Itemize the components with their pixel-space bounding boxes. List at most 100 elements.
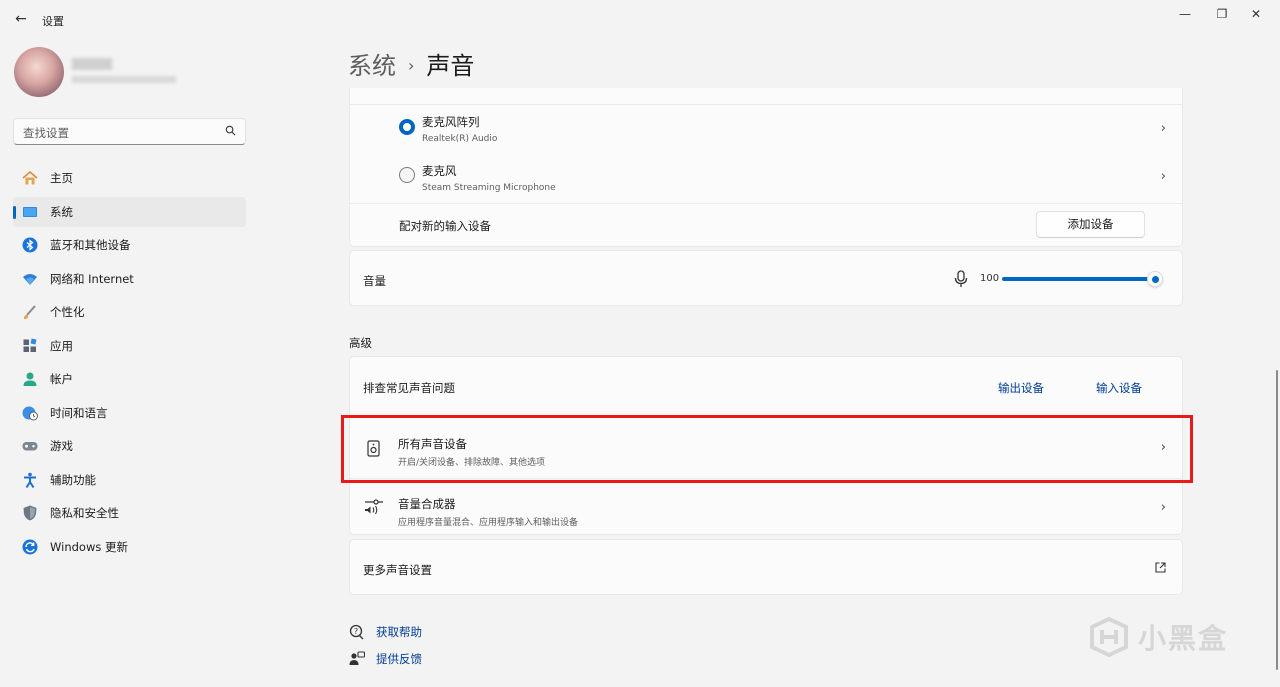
- get-help-link[interactable]: 获取帮助: [376, 624, 422, 640]
- volume-mixer-title: 音量合成器: [398, 497, 456, 511]
- sidebar-item-label: 主页: [50, 171, 73, 185]
- sidebar-item-label: 网络和 Internet: [50, 271, 134, 286]
- device-name: 麦克风阵列: [422, 115, 480, 129]
- sidebar-item-label: 系统: [50, 204, 73, 219]
- give-feedback-link[interactable]: 提供反馈: [376, 651, 422, 667]
- globe-clock-icon: [21, 404, 39, 422]
- volume-mixer-sub: 应用程序音量混合、应用程序输入和输出设备: [398, 518, 579, 528]
- sidebar-item-personalization[interactable]: 个性化: [13, 297, 246, 327]
- account-icon: [21, 370, 39, 388]
- all-sound-devices-sub: 开启/关闭设备、排除故障、其他选项: [398, 458, 546, 468]
- volume-value: 100: [980, 273, 1000, 284]
- output-devices-link[interactable]: 输出设备: [998, 380, 1044, 396]
- user-name-blurred: [72, 58, 112, 70]
- all-sound-devices-title: 所有声音设备: [398, 437, 467, 451]
- sidebar-item-network[interactable]: 网络和 Internet: [13, 264, 246, 294]
- watermark: 小黑盒: [1088, 617, 1228, 657]
- sidebar-item-windows-update[interactable]: Windows 更新: [13, 532, 246, 562]
- section-label-advanced: 高级: [349, 336, 372, 350]
- sidebar-item-label: 游戏: [50, 439, 73, 453]
- more-sound-settings-label: 更多声音设置: [363, 563, 432, 577]
- breadcrumb-parent[interactable]: 系统: [348, 52, 396, 80]
- apps-icon: [21, 337, 39, 355]
- scrollbar[interactable]: [1276, 370, 1278, 670]
- page-title: 系统 › 声音: [348, 46, 474, 81]
- device-sub: Steam Streaming Microphone: [422, 183, 556, 193]
- sidebar-item-time-language[interactable]: 时间和语言: [13, 398, 246, 428]
- app-title: 设置: [42, 15, 64, 28]
- close-button[interactable]: ✕: [1241, 5, 1271, 23]
- sidebar-item-label: 蓝牙和其他设备: [50, 238, 131, 252]
- volume-mixer-row[interactable]: 音量合成器 应用程序音量混合、应用程序输入和输出设备 ›: [350, 479, 1182, 536]
- heybox-logo-icon: [1090, 617, 1128, 657]
- sidebar-item-accounts[interactable]: 帐户: [13, 364, 246, 394]
- all-sound-devices-row[interactable]: 所有声音设备 开启/关闭设备、排除故障、其他选项 ›: [350, 418, 1182, 478]
- feedback-icon: [349, 651, 365, 665]
- breadcrumb-separator-icon: ›: [408, 56, 415, 75]
- accessibility-icon: [21, 471, 39, 489]
- sidebar-item-label: 辅助功能: [50, 472, 96, 487]
- troubleshoot-row: 排查常见声音问题 输出设备 输入设备: [350, 357, 1182, 417]
- pair-input-label: 配对新的输入设备: [399, 219, 491, 233]
- sidebar-item-home[interactable]: 主页: [13, 163, 246, 193]
- bluetooth-icon: [21, 236, 39, 254]
- back-arrow-icon[interactable]: ←: [12, 10, 30, 28]
- help-chat-icon: ?: [349, 624, 364, 640]
- troubleshoot-label: 排查常见声音问题: [363, 381, 455, 395]
- shield-icon: [21, 504, 39, 522]
- radio-selected-icon[interactable]: [399, 119, 415, 135]
- system-icon: [21, 203, 39, 221]
- sidebar-item-privacy[interactable]: 隐私和安全性: [13, 498, 246, 528]
- volume-mixer-icon: [365, 499, 383, 515]
- chevron-right-icon: ›: [1160, 121, 1166, 136]
- sidebar-item-label: Windows 更新: [50, 539, 128, 554]
- sidebar-item-gaming[interactable]: 游戏: [13, 431, 246, 461]
- minimize-button[interactable]: —: [1170, 5, 1200, 23]
- volume-label: 音量: [363, 274, 386, 288]
- more-sound-settings-card[interactable]: 更多声音设置: [349, 539, 1183, 595]
- wifi-icon: [21, 270, 39, 288]
- sidebar-item-label: 隐私和安全性: [50, 506, 119, 520]
- add-device-button[interactable]: 添加设备: [1036, 211, 1145, 238]
- breadcrumb-current: 声音: [426, 52, 475, 80]
- gamepad-icon: [21, 437, 39, 455]
- microphone-icon[interactable]: [954, 270, 968, 288]
- home-icon: [21, 169, 39, 187]
- volume-slider-thumb[interactable]: [1147, 271, 1163, 287]
- sidebar-item-apps[interactable]: 应用: [13, 331, 246, 361]
- chevron-right-icon: ›: [1160, 169, 1166, 184]
- give-feedback-row[interactable]: 提供反馈: [349, 651, 422, 667]
- sidebar-item-bluetooth[interactable]: 蓝牙和其他设备: [13, 230, 246, 260]
- svg-text:?: ?: [354, 627, 358, 636]
- search-input[interactable]: 查找设置: [13, 118, 246, 145]
- chevron-right-icon: ›: [1160, 440, 1166, 455]
- get-help-row[interactable]: ? 获取帮助: [349, 624, 422, 640]
- device-sub: Realtek(R) Audio: [422, 134, 498, 144]
- sidebar-item-label: 个性化: [50, 305, 85, 319]
- speaker-icon: [367, 440, 380, 457]
- radio-unselected-icon[interactable]: [399, 167, 415, 183]
- avatar[interactable]: [14, 47, 64, 97]
- user-email-blurred: [72, 76, 176, 83]
- sidebar-nav: 主页 系统 蓝牙和其他设备 网络和 Internet 个性化 应用 帐户 时间和…: [13, 163, 246, 565]
- input-devices-card: 麦克风阵列 Realtek(R) Audio › 麦克风 Steam Strea…: [349, 88, 1183, 247]
- chevron-right-icon: ›: [1160, 500, 1166, 515]
- sidebar-item-accessibility[interactable]: 辅助功能: [13, 465, 246, 495]
- input-device-row-1[interactable]: 麦克风 Steam Streaming Microphone ›: [350, 154, 1182, 203]
- brush-icon: [21, 303, 39, 321]
- external-link-icon: [1155, 562, 1166, 573]
- pair-input-device-row: 配对新的输入设备 添加设备: [350, 204, 1182, 246]
- update-icon: [21, 538, 39, 556]
- advanced-card: 排查常见声音问题 输出设备 输入设备 所有声音设备 开启/关闭设备、排除故障、其…: [349, 356, 1183, 535]
- sidebar-item-label: 应用: [50, 338, 73, 353]
- device-name: 麦克风: [422, 164, 457, 178]
- sidebar-item-system[interactable]: 系统: [13, 196, 246, 227]
- maximize-button[interactable]: ❐: [1207, 5, 1237, 23]
- sidebar-item-label: 帐户: [50, 372, 73, 386]
- input-device-row-0[interactable]: 麦克风阵列 Realtek(R) Audio ›: [350, 105, 1182, 154]
- volume-slider-track[interactable]: [1002, 277, 1155, 281]
- input-devices-link[interactable]: 输入设备: [1096, 380, 1142, 396]
- sidebar-item-label: 时间和语言: [50, 405, 108, 420]
- search-icon: [225, 125, 236, 136]
- watermark-text: 小黑盒: [1138, 622, 1229, 655]
